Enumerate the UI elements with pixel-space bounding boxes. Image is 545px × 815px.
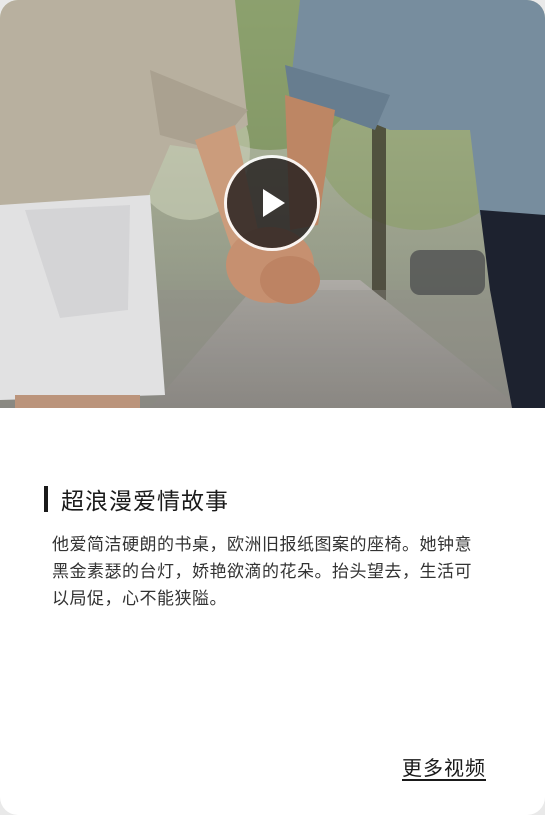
video-card: 超浪漫爱情故事 他爱简洁硬朗的书桌，欧洲旧报纸图案的座椅。她钟意黑金素瑟的台灯，…: [0, 0, 545, 815]
play-icon: [263, 189, 285, 217]
article-title: 超浪漫爱情故事: [61, 489, 229, 515]
title-accent-bar: [44, 486, 48, 512]
article-heading: 超浪漫爱情故事: [44, 484, 229, 515]
more-videos-link[interactable]: 更多视频: [402, 752, 486, 781]
article-description: 他爱简洁硬朗的书桌，欧洲旧报纸图案的座椅。她钟意黑金素瑟的台灯，娇艳欲滴的花朵。…: [52, 535, 472, 609]
play-button[interactable]: [227, 158, 317, 248]
video-thumbnail[interactable]: [0, 0, 545, 408]
